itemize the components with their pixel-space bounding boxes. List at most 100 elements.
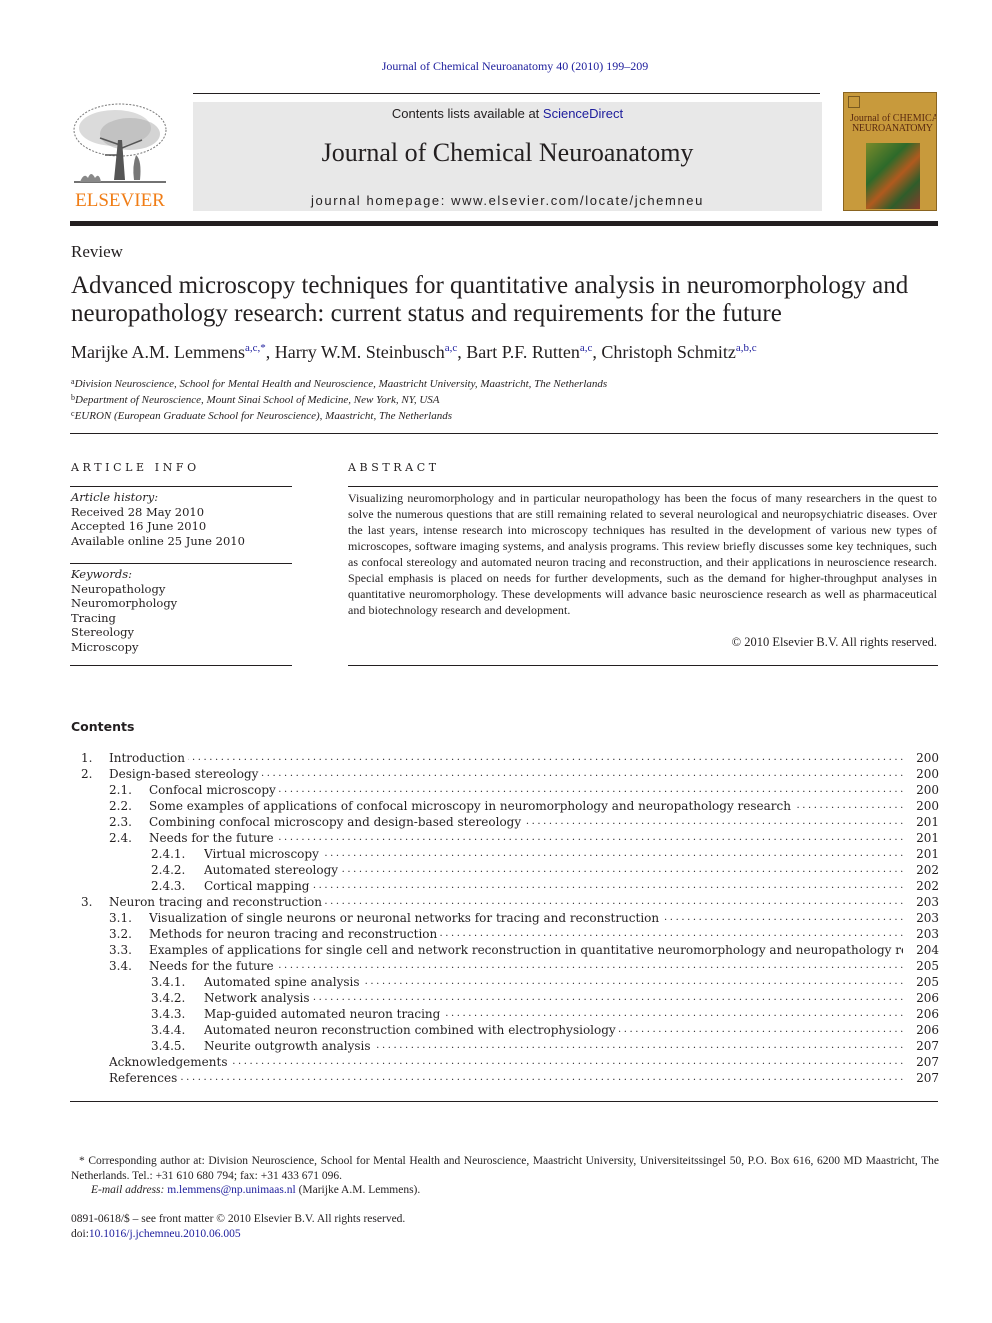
toc-entry-label[interactable]: Virtual microscopy <box>204 846 903 862</box>
toc-entry-number: 3.4.5. <box>151 1039 186 1053</box>
front-matter-text: 0891-0618/$ – see front matter © 2010 El… <box>71 1213 406 1225</box>
author: Marijke A.M. Lemmens <box>71 342 245 362</box>
journal-homepage[interactable]: journal homepage: www.elsevier.com/locat… <box>193 193 822 208</box>
toc-entry-text: Automated stereology <box>204 863 342 877</box>
article-title: Advanced microscopy techniques for quant… <box>71 272 909 327</box>
toc-entry-text: Confocal microscopy <box>149 783 279 797</box>
toc-entry-number: 2.4.1. <box>151 847 186 861</box>
toc-entry-label[interactable]: Map-guided automated neuron tracing <box>204 1006 903 1022</box>
toc-entry-label[interactable]: Acknowledgements <box>109 1054 903 1070</box>
toc-entry-text: Examples of applications for single cell… <box>149 943 903 957</box>
toc-entry-number: 3.4.2. <box>151 991 186 1005</box>
toc-entry-label[interactable]: Design-based stereology <box>109 766 903 782</box>
email-owner: (Marijke A.M. Lemmens). <box>295 1184 421 1196</box>
keyword: Tracing <box>71 610 116 625</box>
toc-entry[interactable]: Acknowledgements 207 <box>71 1054 939 1070</box>
toc-entry[interactable]: 2.4.2. Automated stereology 202 <box>71 862 939 878</box>
toc-entry-label[interactable]: Automated neuron reconstruction combined… <box>204 1022 903 1038</box>
history-label: Article history: <box>71 490 159 504</box>
toc-entry[interactable]: 3.4.1. Automated spine analysis 205 <box>71 974 939 990</box>
article-info-rule <box>70 563 292 564</box>
toc-entry-page: 200 <box>916 751 939 765</box>
toc-entry-page: 200 <box>916 799 939 813</box>
toc-entry-text: Introduction <box>109 751 188 765</box>
toc-entry-label[interactable]: References <box>109 1070 903 1086</box>
journal-banner: Contents lists available at ScienceDirec… <box>193 102 822 211</box>
toc-entry-label[interactable]: Needs for the future <box>149 830 903 846</box>
toc-entry[interactable]: 2.3. Combining confocal microscopy and de… <box>71 814 939 830</box>
cover-logo-icon <box>848 96 860 108</box>
toc-entry[interactable]: 2.4.1. Virtual microscopy 201 <box>71 846 939 862</box>
toc-entry-label[interactable]: Automated stereology <box>204 862 903 878</box>
toc-entry[interactable]: 3. Neuron tracing and reconstruction 203 <box>71 894 939 910</box>
header-thick-rule <box>70 221 938 226</box>
toc-entry[interactable]: 3.3. Examples of applications for single … <box>71 942 939 958</box>
email-link[interactable]: m.lemmens@np.unimaas.nl <box>167 1184 295 1196</box>
toc-entry-label[interactable]: Visualization of single neurons or neuro… <box>149 910 903 926</box>
toc-entry-page: 200 <box>916 783 939 797</box>
journal-cover-thumbnail[interactable]: Journal of CHEMICAL NEUROANATOMY <box>843 92 937 211</box>
toc-entry-number: 2.1. <box>109 783 132 797</box>
keywords-label: Keywords: <box>71 567 132 581</box>
toc-entry[interactable]: 3.2. Methods for neuron tracing and recon… <box>71 926 939 942</box>
front-matter: 0891-0618/$ – see front matter © 2010 El… <box>71 1212 405 1241</box>
sciencedirect-link[interactable]: ScienceDirect <box>543 106 623 121</box>
author-affiliation-link[interactable]: a,c,* <box>245 342 266 354</box>
toc-entry[interactable]: 3.4. Needs for the future 205 <box>71 958 939 974</box>
toc-entry-text: Network analysis <box>204 991 313 1005</box>
toc-entry-text: Acknowledgements <box>109 1055 231 1069</box>
toc-entry-page: 204 <box>916 943 939 957</box>
author-list: Marijke A.M. Lemmensa,c,*, Harry W.M. St… <box>71 342 951 363</box>
toc-entry-label[interactable]: Neuron tracing and reconstruction <box>109 894 903 910</box>
toc-entry[interactable]: 3.4.4. Automated neuron reconstruction co… <box>71 1022 939 1038</box>
toc-entry-label[interactable]: Methods for neuron tracing and reconstru… <box>149 926 903 942</box>
elsevier-wordmark: ELSEVIER <box>75 190 165 211</box>
toc-entry-label[interactable]: Introduction <box>109 750 903 766</box>
toc-entry-label[interactable]: Needs for the future <box>149 958 903 974</box>
toc-entry-label[interactable]: Combining confocal microscopy and design… <box>149 814 903 830</box>
abstract-copyright: © 2010 Elsevier B.V. All rights reserved… <box>731 635 937 649</box>
toc-entry-label[interactable]: Confocal microscopy <box>149 782 903 798</box>
toc-entry[interactable]: 2.1. Confocal microscopy 200 <box>71 782 939 798</box>
toc-entry-page: 206 <box>916 1023 939 1037</box>
toc-entry-text: Some examples of applications of confoca… <box>149 799 794 813</box>
toc-entry-number: 3.4. <box>109 959 132 973</box>
toc-entry-label[interactable]: Network analysis <box>204 990 903 1006</box>
toc-entry-number: 3. <box>81 895 93 909</box>
toc-entry-text: Automated spine analysis <box>204 975 363 989</box>
keyword: Neuropathology <box>71 581 166 596</box>
toc-entry-text: Design-based stereology <box>109 767 262 781</box>
doi-line: doi:10.1016/j.jchemneu.2010.06.005 <box>71 1227 405 1242</box>
toc-entry-label[interactable]: Automated spine analysis <box>204 974 903 990</box>
corresponding-author-note: * Corresponding author at: Division Neur… <box>71 1155 939 1182</box>
toc-entry[interactable]: 3.1. Visualization of single neurons or n… <box>71 910 939 926</box>
toc-entry-text: Combining confocal microscopy and design… <box>149 815 525 829</box>
toc-entry[interactable]: 3.4.2. Network analysis 206 <box>71 990 939 1006</box>
toc-entry-label[interactable]: Cortical mapping <box>204 878 903 894</box>
elsevier-logo[interactable]: ELSEVIER <box>68 100 172 213</box>
toc-entry[interactable]: 3.4.3. Map-guided automated neuron tracin… <box>71 1006 939 1022</box>
toc-entry[interactable]: 2. Design-based stereology 200 <box>71 766 939 782</box>
journal-citation[interactable]: Journal of Chemical Neuroanatomy 40 (201… <box>0 59 992 74</box>
toc-entry[interactable]: 3.4.5. Neurite outgrowth analysis 207 <box>71 1038 939 1054</box>
doi-link[interactable]: 10.1016/j.jchemneu.2010.06.005 <box>89 1228 241 1240</box>
toc-entry-page: 207 <box>916 1039 939 1053</box>
toc-entry[interactable]: 1. Introduction 200 <box>71 750 939 766</box>
toc-entry[interactable]: 2.2. Some examples of applications of con… <box>71 798 939 814</box>
toc-entry-label[interactable]: Neurite outgrowth analysis <box>204 1038 903 1054</box>
article-type: Review <box>71 242 123 261</box>
abstract-rule <box>348 486 938 487</box>
toc-entry-label[interactable]: Some examples of applications of confoca… <box>149 798 903 814</box>
toc-entry-number: 2.3. <box>109 815 132 829</box>
toc-entry[interactable]: References 207 <box>71 1070 939 1086</box>
toc-entry-page: 201 <box>916 831 939 845</box>
author-affiliation-link[interactable]: a,b,c <box>736 342 757 354</box>
author-affiliation-link[interactable]: a,c <box>580 342 593 354</box>
toc-entry[interactable]: 2.4.3. Cortical mapping 202 <box>71 878 939 894</box>
toc-entry-label[interactable]: Examples of applications for single cell… <box>149 942 903 958</box>
toc-entry-number: 3.1. <box>109 911 132 925</box>
author-affiliation-link[interactable]: a,c <box>445 342 458 354</box>
keyword: Neuromorphology <box>71 596 178 610</box>
toc-entry[interactable]: 2.4. Needs for the future 201 <box>71 830 939 846</box>
toc-entry-page: 207 <box>916 1055 939 1069</box>
